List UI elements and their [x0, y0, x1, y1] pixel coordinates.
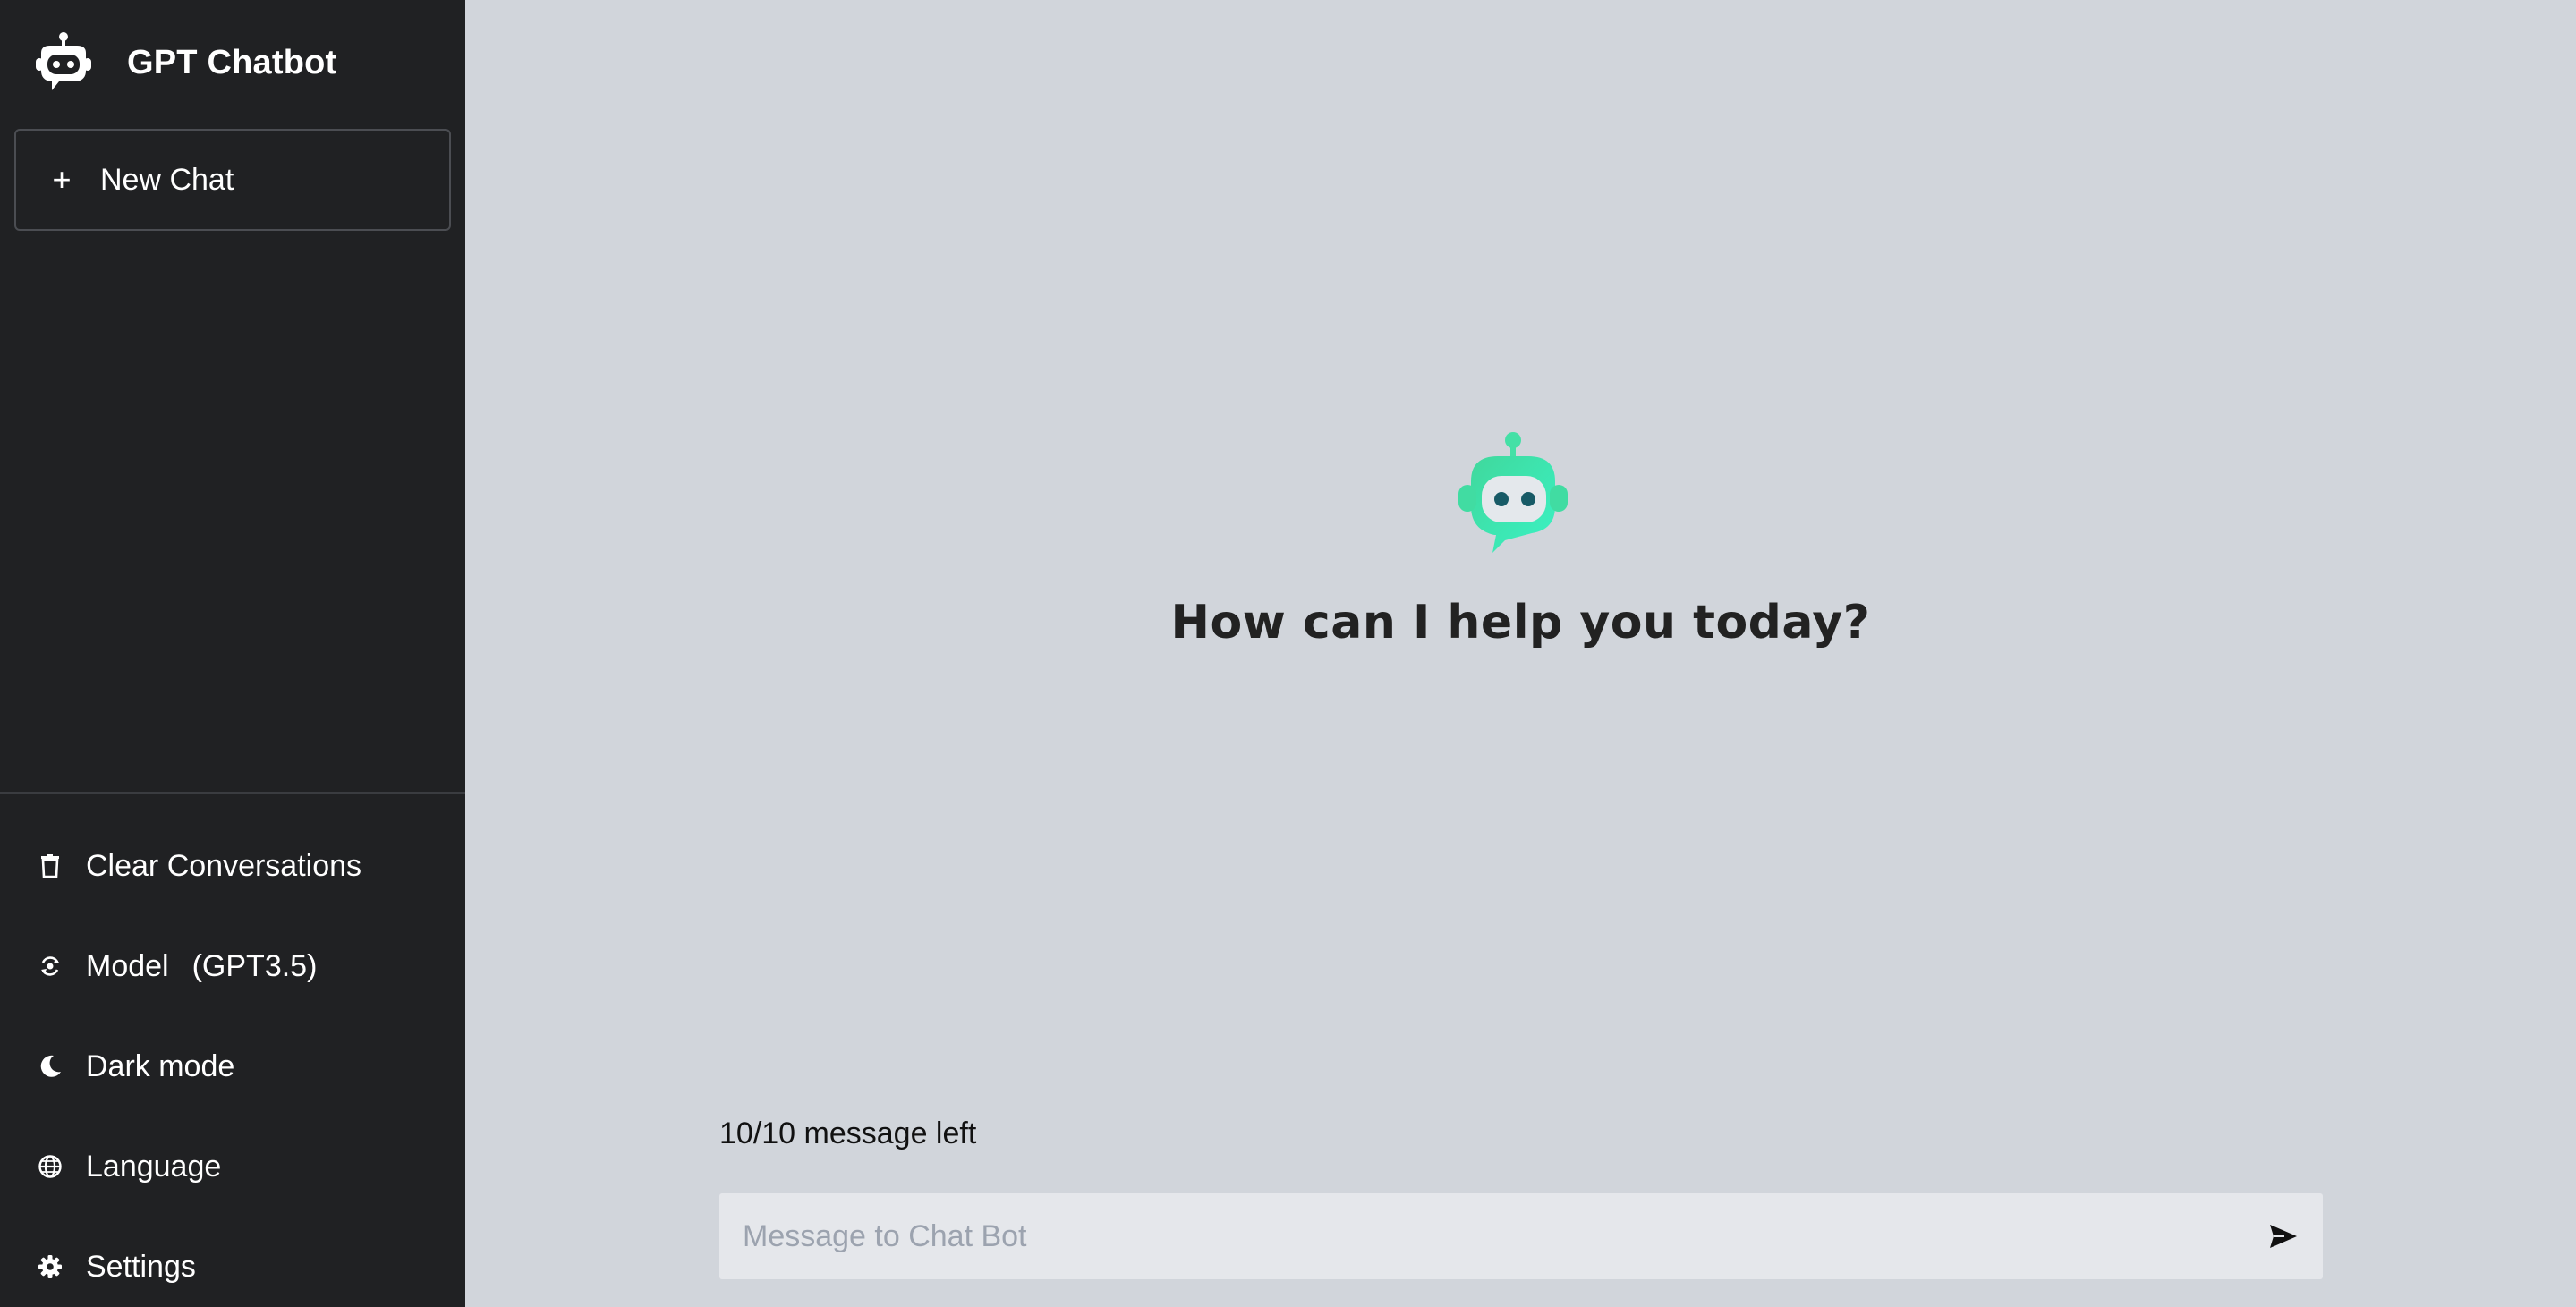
sidebar: GPT Chatbot + New Chat Clear Conversatio…	[0, 0, 465, 1307]
clear-conversations-button[interactable]: Clear Conversations	[0, 816, 465, 916]
message-input[interactable]	[741, 1218, 2266, 1255]
message-counter: 10/10 message left	[719, 1116, 977, 1150]
language-button[interactable]: Language	[0, 1116, 465, 1217]
robot-chat-icon	[1446, 429, 1580, 564]
send-button[interactable]	[2266, 1218, 2301, 1254]
message-composer	[719, 1193, 2323, 1279]
new-chat-button[interactable]: + New Chat	[14, 129, 451, 231]
language-label: Language	[86, 1149, 222, 1184]
new-chat-label: New Chat	[100, 162, 234, 197]
clear-conversations-label: Clear Conversations	[86, 848, 362, 883]
model-label: Model	[86, 948, 169, 983]
welcome-heading: How can I help you today?	[1170, 596, 1871, 649]
conversation-list	[0, 231, 465, 792]
dark-mode-label: Dark mode	[86, 1048, 235, 1083]
plus-icon: +	[52, 161, 72, 198]
dark-mode-toggle[interactable]: Dark mode	[0, 1016, 465, 1116]
settings-label: Settings	[86, 1249, 196, 1284]
robot-chat-icon	[30, 30, 97, 96]
settings-button[interactable]: Settings	[0, 1217, 465, 1307]
app-title: GPT Chatbot	[127, 43, 337, 81]
chat-main: How can I help you today? 10/10 message …	[465, 0, 2576, 1307]
model-button[interactable]: Model (GPT3.5)	[0, 916, 465, 1016]
welcome-hero: How can I help you today?	[465, 429, 2576, 649]
brand: GPT Chatbot	[0, 0, 465, 125]
trash-icon	[36, 852, 64, 880]
sidebar-bottom-menu: Clear Conversations Model (GPT3.5) Dark …	[0, 792, 465, 1307]
gear-icon	[36, 1252, 64, 1281]
model-switch-icon	[36, 952, 64, 980]
moon-icon	[36, 1052, 64, 1081]
send-icon	[2270, 1225, 2297, 1248]
model-value: (GPT3.5)	[191, 948, 318, 983]
globe-icon	[36, 1152, 64, 1181]
